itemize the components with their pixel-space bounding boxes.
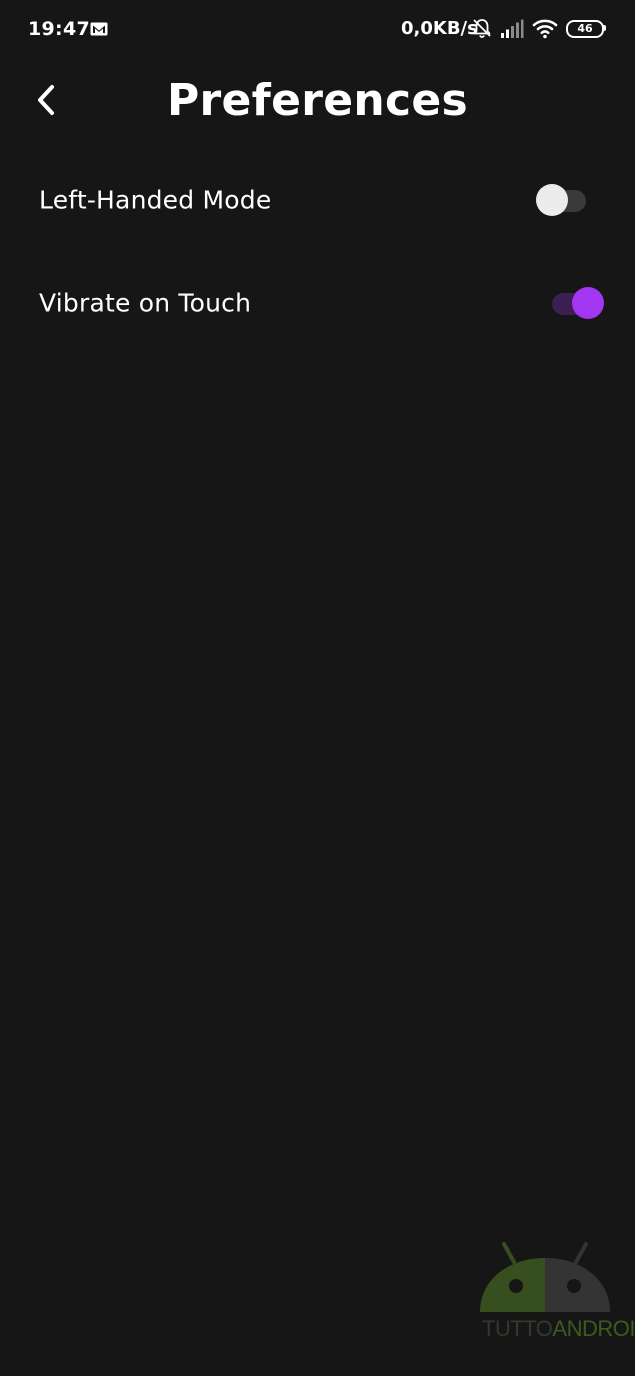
vibrate-on-touch-toggle[interactable] bbox=[542, 283, 606, 323]
setting-label-vibrate-on-touch: Vibrate on Touch bbox=[39, 288, 252, 318]
setting-row-vibrate-on-touch: Vibrate on Touch bbox=[0, 258, 635, 348]
battery-body: 46 bbox=[566, 20, 604, 38]
wifi-icon bbox=[532, 17, 558, 39]
mail-icon bbox=[90, 21, 108, 36]
status-time: 19:47 bbox=[28, 18, 90, 40]
battery-level: 46 bbox=[577, 22, 593, 35]
setting-label-left-handed-mode: Left-Handed Mode bbox=[39, 185, 272, 215]
network-speed: 0,0KB/s bbox=[401, 18, 478, 39]
toggle-thumb bbox=[572, 287, 604, 319]
battery-icon: 46 bbox=[566, 20, 606, 38]
setting-row-left-handed-mode: Left-Handed Mode bbox=[0, 155, 635, 245]
bell-off-icon bbox=[471, 17, 493, 39]
watermark-text-part2: ANDROID bbox=[552, 1316, 635, 1341]
watermark-text: TUTTOANDROID bbox=[482, 1316, 635, 1342]
page-title: Preferences bbox=[166, 75, 469, 126]
signal-icon bbox=[500, 19, 524, 39]
toggle-thumb bbox=[536, 184, 568, 216]
status-bar: 19:47 0,0KB/s 46 bbox=[0, 0, 635, 60]
watermark-text-part1: TUTTO bbox=[482, 1316, 553, 1341]
battery-tip bbox=[603, 25, 606, 31]
left-handed-mode-toggle[interactable] bbox=[534, 180, 598, 220]
